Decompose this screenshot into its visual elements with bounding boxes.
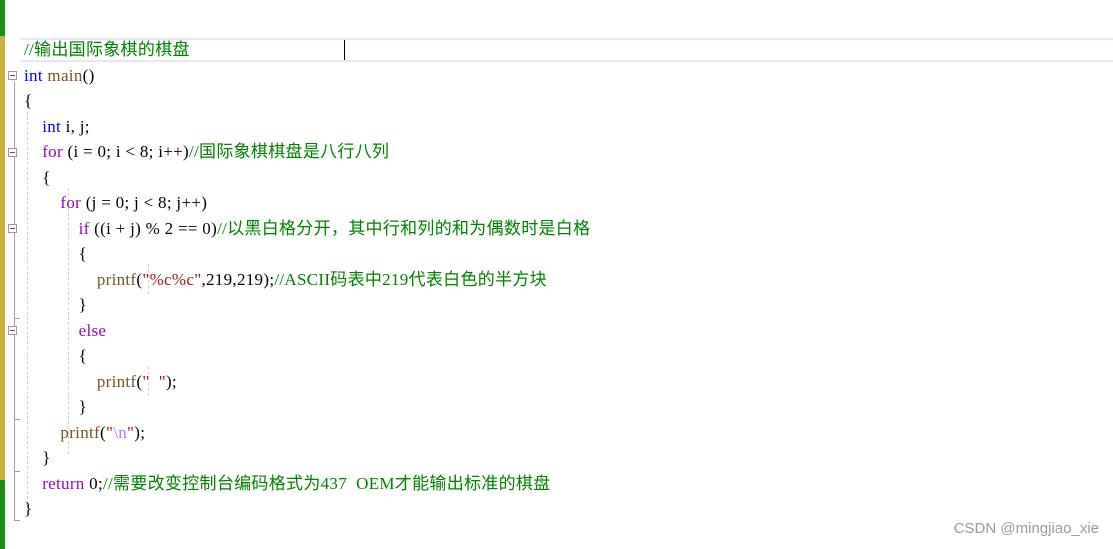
code-text: { [24,167,51,187]
code-token: " " [142,371,166,391]
collapse-for-icon[interactable] [8,148,17,157]
code-line[interactable]: } [24,445,51,470]
code-line[interactable]: } [24,496,32,521]
code-line[interactable]: else [24,318,106,343]
code-token: for [42,142,63,161]
code-line[interactable]: printf(" "); [24,369,177,394]
code-token: \n [113,422,128,442]
code-text: } [24,397,88,416]
code-text: () [82,65,95,85]
code-text: i, j; [61,116,90,136]
code-line[interactable]: for (i = 0; i < 8; i++)//国际象棋棋盘是八行八列 [24,139,389,164]
code-text: ,219,219); [201,269,275,289]
code-text: ); [165,371,177,391]
outline-end [14,520,20,521]
code-line[interactable]: { [24,241,87,266]
code-token: int [24,65,43,85]
code-token: if [78,218,90,238]
code-line[interactable]: //输出国际象棋的棋盘 [24,37,190,62]
outline-end [14,471,20,472]
code-text: { [24,91,33,110]
watermark: CSDN @mingjiao_xie [953,520,1099,537]
code-token: printf [96,371,137,391]
text-caret [344,40,345,60]
code-line[interactable]: for (j = 0; j < 8; j++) [24,190,207,215]
code-text: } [24,448,51,467]
code-line[interactable]: return 0;//需要改变控制台编码格式为437 OEM才能输出标准的棋盘 [24,471,551,496]
collapse-if-icon[interactable] [8,224,17,233]
code-line[interactable]: int main() [24,63,95,88]
code-token: main [47,65,83,85]
code-text: 0; [84,473,103,493]
change-bar-saved [0,0,5,36]
code-token: "%c%c" [142,269,202,289]
code-token: printf [60,422,100,442]
code-line[interactable]: printf("\n"); [24,420,145,445]
code-line[interactable]: } [24,394,87,419]
code-editor[interactable]: //输出国际象棋的棋盘 int main() { int i, j; for (i … [0,0,1113,549]
change-bar-modified [0,36,5,480]
code-comment: //需要改变控制台编码格式为437 OEM才能输出标准的棋盘 [102,473,551,493]
code-text: ); [134,422,146,442]
code-text: { [24,244,88,263]
collapse-main-icon[interactable] [8,71,17,80]
code-text: } [24,499,33,518]
code-line[interactable]: { [24,165,51,190]
code-comment: //国际象棋棋盘是八行八列 [188,142,390,161]
code-token: int [42,116,62,136]
code-line[interactable]: int i, j; [24,114,90,139]
change-bar-saved [0,480,5,549]
code-line[interactable]: if ((i + j) % 2 == 0)//以黑白格分开，其中行和列的和为偶数… [24,216,591,241]
code-line[interactable]: printf("%c%c",219,219);//ASCII码表中219代表白色… [24,267,547,292]
code-text: { [24,346,88,365]
code-text: (j = 0; j < 8; j++) [81,193,208,212]
collapse-else-icon[interactable] [8,326,17,335]
outline-end [14,318,20,319]
code-token: for [60,193,82,212]
code-token: return [42,473,85,493]
code-text: ((i + j) % 2 == 0) [89,218,218,238]
code-token: printf [96,269,137,289]
code-text: (i = 0; i < 8; i++) [62,142,189,161]
code-line[interactable]: } [24,292,87,317]
code-line[interactable]: { [24,343,87,368]
outline-end [14,419,20,420]
code-token: else [78,320,107,340]
code-text: } [24,295,88,314]
code-comment: //ASCII码表中219代表白色的半方块 [274,269,547,289]
code-comment: //以黑白格分开，其中行和列的和为偶数时是白格 [217,218,591,238]
code-line[interactable]: { [24,88,32,113]
code-comment: //输出国际象棋的棋盘 [24,40,190,59]
